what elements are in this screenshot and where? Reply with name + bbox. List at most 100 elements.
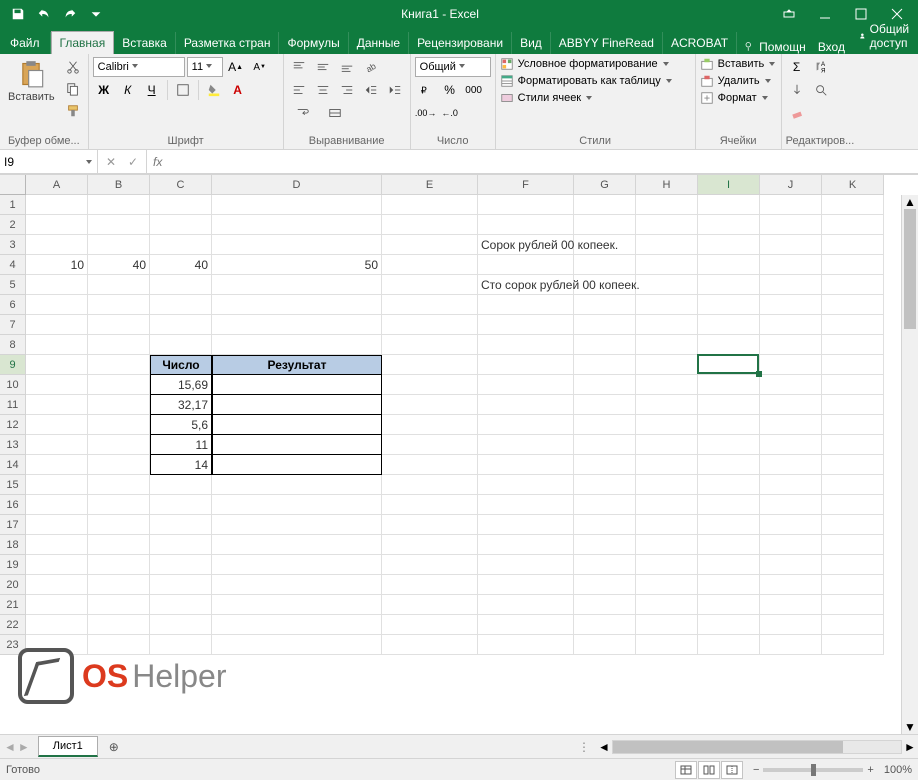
cell-J16[interactable] xyxy=(760,495,822,515)
cell-F12[interactable] xyxy=(478,415,574,435)
cell-J17[interactable] xyxy=(760,515,822,535)
cell-I12[interactable] xyxy=(698,415,760,435)
cell-H18[interactable] xyxy=(636,535,698,555)
cell-D11[interactable] xyxy=(212,395,382,415)
cell-I3[interactable] xyxy=(698,235,760,255)
cell-K2[interactable] xyxy=(822,215,884,235)
col-header-E[interactable]: E xyxy=(382,175,478,195)
cell-I7[interactable] xyxy=(698,315,760,335)
sort-filter-button[interactable]: AЯ xyxy=(810,57,832,77)
cell-B6[interactable] xyxy=(88,295,150,315)
cell-A22[interactable] xyxy=(26,615,88,635)
align-right-button[interactable] xyxy=(336,80,358,100)
cell-F3[interactable]: Сорок рублей 00 копеек. xyxy=(478,235,574,255)
cell-B20[interactable] xyxy=(88,575,150,595)
cell-E7[interactable] xyxy=(382,315,478,335)
cell-F6[interactable] xyxy=(478,295,574,315)
zoom-level[interactable]: 100% xyxy=(884,764,912,776)
zoom-in-button[interactable]: + xyxy=(867,764,873,776)
cell-E17[interactable] xyxy=(382,515,478,535)
cell-H21[interactable] xyxy=(636,595,698,615)
cell-E11[interactable] xyxy=(382,395,478,415)
cell-K10[interactable] xyxy=(822,375,884,395)
decrease-indent-button[interactable] xyxy=(360,80,382,100)
cell-E3[interactable] xyxy=(382,235,478,255)
cell-C11[interactable]: 32,17 xyxy=(150,395,212,415)
row-header-4[interactable]: 4 xyxy=(0,255,26,275)
cell-H13[interactable] xyxy=(636,435,698,455)
cell-C8[interactable] xyxy=(150,335,212,355)
cell-F11[interactable] xyxy=(478,395,574,415)
cell-I13[interactable] xyxy=(698,435,760,455)
cell-E1[interactable] xyxy=(382,195,478,215)
cell-H2[interactable] xyxy=(636,215,698,235)
cell-K16[interactable] xyxy=(822,495,884,515)
cell-K7[interactable] xyxy=(822,315,884,335)
sheet-nav-prev[interactable]: ◄ xyxy=(4,740,16,754)
cell-A7[interactable] xyxy=(26,315,88,335)
vertical-scrollbar[interactable]: ▲ ▼ xyxy=(901,195,918,734)
cell-C18[interactable] xyxy=(150,535,212,555)
cell-A1[interactable] xyxy=(26,195,88,215)
cell-G6[interactable] xyxy=(574,295,636,315)
cell-C19[interactable] xyxy=(150,555,212,575)
cell-J13[interactable] xyxy=(760,435,822,455)
cell-B18[interactable] xyxy=(88,535,150,555)
cell-J22[interactable] xyxy=(760,615,822,635)
cell-I15[interactable] xyxy=(698,475,760,495)
ribbon-options-icon[interactable] xyxy=(772,2,806,26)
col-header-B[interactable]: B xyxy=(88,175,150,195)
cell-J3[interactable] xyxy=(760,235,822,255)
cell-C1[interactable] xyxy=(150,195,212,215)
cell-H9[interactable] xyxy=(636,355,698,375)
cell-C13[interactable]: 11 xyxy=(150,435,212,455)
tab-view[interactable]: Вид xyxy=(512,32,551,54)
col-header-I[interactable]: I xyxy=(698,175,760,195)
cell-I18[interactable] xyxy=(698,535,760,555)
sheet-tab-active[interactable]: Лист1 xyxy=(38,736,98,757)
cell-K5[interactable] xyxy=(822,275,884,295)
cell-H22[interactable] xyxy=(636,615,698,635)
cell-A14[interactable] xyxy=(26,455,88,475)
cell-A13[interactable] xyxy=(26,435,88,455)
cell-B4[interactable]: 40 xyxy=(88,255,150,275)
cell-K19[interactable] xyxy=(822,555,884,575)
cell-F18[interactable] xyxy=(478,535,574,555)
fill-color-button[interactable] xyxy=(203,80,225,100)
cell-H3[interactable] xyxy=(636,235,698,255)
col-header-A[interactable]: A xyxy=(26,175,88,195)
format-painter-button[interactable] xyxy=(62,101,84,121)
select-all-corner[interactable] xyxy=(0,175,26,195)
row-header-1[interactable]: 1 xyxy=(0,195,26,215)
sign-in[interactable]: Вход xyxy=(812,40,851,54)
scroll-down-icon[interactable]: ▼ xyxy=(902,720,918,734)
number-format-combo[interactable]: Общий xyxy=(415,57,491,77)
insert-cells-button[interactable]: Вставить xyxy=(700,57,777,71)
tab-insert[interactable]: Вставка xyxy=(114,32,176,54)
row-header-17[interactable]: 17 xyxy=(0,515,26,535)
cell-B9[interactable] xyxy=(88,355,150,375)
cell-J23[interactable] xyxy=(760,635,822,655)
cell-C21[interactable] xyxy=(150,595,212,615)
cell-C7[interactable] xyxy=(150,315,212,335)
row-header-3[interactable]: 3 xyxy=(0,235,26,255)
cell-G12[interactable] xyxy=(574,415,636,435)
cell-E23[interactable] xyxy=(382,635,478,655)
row-header-18[interactable]: 18 xyxy=(0,535,26,555)
comma-button[interactable]: 000 xyxy=(463,80,485,100)
cell-C9[interactable]: Число xyxy=(150,355,212,375)
cell-styles-button[interactable]: Стили ячеек xyxy=(500,91,673,105)
save-button[interactable] xyxy=(6,2,30,26)
cell-E16[interactable] xyxy=(382,495,478,515)
cell-C12[interactable]: 5,6 xyxy=(150,415,212,435)
format-as-table-button[interactable]: Форматировать как таблицу xyxy=(500,74,673,88)
cell-K22[interactable] xyxy=(822,615,884,635)
tab-home[interactable]: Главная xyxy=(51,31,115,54)
cell-B11[interactable] xyxy=(88,395,150,415)
scroll-right-icon[interactable]: ► xyxy=(902,739,918,755)
tab-abbyy[interactable]: ABBYY FineRead xyxy=(551,32,663,54)
cell-I17[interactable] xyxy=(698,515,760,535)
sheet-nav-next[interactable]: ► xyxy=(18,740,30,754)
cell-A17[interactable] xyxy=(26,515,88,535)
minimize-button[interactable] xyxy=(808,2,842,26)
